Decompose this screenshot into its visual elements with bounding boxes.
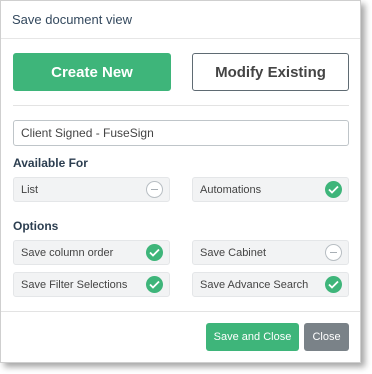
checkmark-icon[interactable] (146, 244, 163, 261)
option-save-filter-selections-label: Save Filter Selections (21, 278, 128, 291)
options-label: Options (13, 219, 59, 233)
available-for-label: Available For (13, 156, 88, 170)
view-name-input[interactable] (13, 120, 349, 146)
option-save-column-order[interactable]: Save column order (13, 240, 170, 265)
unchecked-circle-icon[interactable] (146, 181, 163, 198)
dialog-footer-divider (1, 311, 360, 312)
option-automations-label: Automations (200, 183, 262, 196)
option-save-advance-search-label: Save Advance Search (200, 278, 309, 291)
option-list[interactable]: List (13, 177, 170, 202)
option-save-cabinet-label: Save Cabinet (200, 246, 267, 259)
option-save-column-order-label: Save column order (21, 246, 114, 259)
save-view-dialog: Save document view Create New Modify Exi… (0, 0, 361, 363)
option-save-cabinet[interactable]: Save Cabinet (192, 240, 349, 265)
checkmark-icon[interactable] (325, 276, 342, 293)
option-automations[interactable]: Automations (192, 177, 349, 202)
unchecked-circle-icon[interactable] (325, 244, 342, 261)
option-list-label: List (21, 183, 39, 196)
option-save-filter-selections[interactable]: Save Filter Selections (13, 272, 170, 297)
modify-existing-button[interactable]: Modify Existing (192, 53, 349, 91)
create-new-button[interactable]: Create New (13, 53, 171, 91)
checkmark-icon[interactable] (325, 181, 342, 198)
save-and-close-button[interactable]: Save and Close (206, 323, 299, 351)
option-save-advance-search[interactable]: Save Advance Search (192, 272, 349, 297)
close-button[interactable]: Close (304, 323, 349, 351)
dialog-title: Save document view (1, 1, 360, 39)
checkmark-icon[interactable] (146, 276, 163, 293)
divider (13, 105, 349, 106)
